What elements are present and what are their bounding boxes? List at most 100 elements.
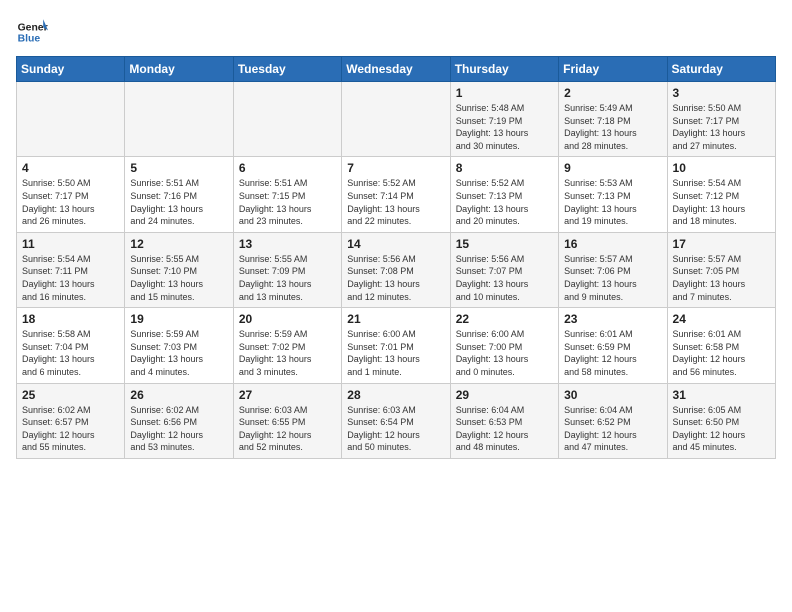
calendar-week-5: 25 Sunrise: 6:02 AM Sunset: 6:57 PM Dayli… <box>17 383 776 458</box>
cell-info: Sunrise: 6:00 AM Sunset: 7:00 PM Dayligh… <box>456 328 553 378</box>
day-number: 6 <box>239 161 336 175</box>
calendar-cell: 8 Sunrise: 5:52 AM Sunset: 7:13 PM Daylig… <box>450 157 558 232</box>
cell-info: Sunrise: 6:02 AM Sunset: 6:57 PM Dayligh… <box>22 404 119 454</box>
cell-info: Sunrise: 5:59 AM Sunset: 7:03 PM Dayligh… <box>130 328 227 378</box>
calendar-week-1: 1Sunrise: 5:48 AM Sunset: 7:19 PM Daylig… <box>17 82 776 157</box>
calendar-cell: 6 Sunrise: 5:51 AM Sunset: 7:15 PM Daylig… <box>233 157 341 232</box>
calendar-cell: 17Sunrise: 5:57 AM Sunset: 7:05 PM Dayli… <box>667 232 775 307</box>
day-number: 20 <box>239 312 336 326</box>
calendar-cell: 16Sunrise: 5:57 AM Sunset: 7:06 PM Dayli… <box>559 232 667 307</box>
page-header: General Blue <box>16 16 776 48</box>
day-number: 15 <box>456 237 553 251</box>
calendar-cell: 2 Sunrise: 5:49 AM Sunset: 7:18 PM Daylig… <box>559 82 667 157</box>
weekday-header-saturday: Saturday <box>667 57 775 82</box>
day-number: 12 <box>130 237 227 251</box>
calendar-cell: 3 Sunrise: 5:50 AM Sunset: 7:17 PM Daylig… <box>667 82 775 157</box>
day-number: 23 <box>564 312 661 326</box>
logo: General Blue <box>16 16 48 48</box>
cell-info: Sunrise: 6:05 AM Sunset: 6:50 PM Dayligh… <box>673 404 770 454</box>
cell-info: Sunrise: 6:03 AM Sunset: 6:54 PM Dayligh… <box>347 404 444 454</box>
weekday-header-wednesday: Wednesday <box>342 57 450 82</box>
calendar-cell: 24Sunrise: 6:01 AM Sunset: 6:58 PM Dayli… <box>667 308 775 383</box>
calendar-cell: 31 Sunrise: 6:05 AM Sunset: 6:50 PM Dayli… <box>667 383 775 458</box>
day-number: 1 <box>456 86 553 100</box>
calendar-cell: 15 Sunrise: 5:56 AM Sunset: 7:07 PM Dayli… <box>450 232 558 307</box>
calendar-cell: 22 Sunrise: 6:00 AM Sunset: 7:00 PM Dayli… <box>450 308 558 383</box>
day-number: 22 <box>456 312 553 326</box>
day-number: 3 <box>673 86 770 100</box>
day-number: 5 <box>130 161 227 175</box>
day-number: 9 <box>564 161 661 175</box>
logo-icon: General Blue <box>16 16 48 48</box>
calendar-cell: 7Sunrise: 5:52 AM Sunset: 7:14 PM Daylig… <box>342 157 450 232</box>
day-number: 26 <box>130 388 227 402</box>
day-number: 27 <box>239 388 336 402</box>
calendar-cell: 27 Sunrise: 6:03 AM Sunset: 6:55 PM Dayli… <box>233 383 341 458</box>
cell-info: Sunrise: 5:54 AM Sunset: 7:12 PM Dayligh… <box>673 177 770 227</box>
day-number: 16 <box>564 237 661 251</box>
weekday-header-monday: Monday <box>125 57 233 82</box>
weekday-header-tuesday: Tuesday <box>233 57 341 82</box>
calendar-cell: 25 Sunrise: 6:02 AM Sunset: 6:57 PM Dayli… <box>17 383 125 458</box>
day-number: 31 <box>673 388 770 402</box>
calendar-table: SundayMondayTuesdayWednesdayThursdayFrid… <box>16 56 776 459</box>
cell-info: Sunrise: 5:50 AM Sunset: 7:17 PM Dayligh… <box>673 102 770 152</box>
day-number: 18 <box>22 312 119 326</box>
day-number: 19 <box>130 312 227 326</box>
svg-text:Blue: Blue <box>18 34 41 45</box>
calendar-cell: 9 Sunrise: 5:53 AM Sunset: 7:13 PM Daylig… <box>559 157 667 232</box>
calendar-cell: 12 Sunrise: 5:55 AM Sunset: 7:10 PM Dayli… <box>125 232 233 307</box>
calendar-cell: 14 Sunrise: 5:56 AM Sunset: 7:08 PM Dayli… <box>342 232 450 307</box>
calendar-cell: 4 Sunrise: 5:50 AM Sunset: 7:17 PM Daylig… <box>17 157 125 232</box>
calendar-cell <box>125 82 233 157</box>
weekday-header-friday: Friday <box>559 57 667 82</box>
cell-info: Sunrise: 6:03 AM Sunset: 6:55 PM Dayligh… <box>239 404 336 454</box>
calendar-cell: 30 Sunrise: 6:04 AM Sunset: 6:52 PM Dayli… <box>559 383 667 458</box>
weekday-header-row: SundayMondayTuesdayWednesdayThursdayFrid… <box>17 57 776 82</box>
day-number: 30 <box>564 388 661 402</box>
cell-info: Sunrise: 5:54 AM Sunset: 7:11 PM Dayligh… <box>22 253 119 303</box>
calendar-week-3: 11 Sunrise: 5:54 AM Sunset: 7:11 PM Dayli… <box>17 232 776 307</box>
calendar-cell: 10Sunrise: 5:54 AM Sunset: 7:12 PM Dayli… <box>667 157 775 232</box>
cell-info: Sunrise: 6:00 AM Sunset: 7:01 PM Dayligh… <box>347 328 444 378</box>
cell-info: Sunrise: 5:55 AM Sunset: 7:10 PM Dayligh… <box>130 253 227 303</box>
calendar-cell: 29Sunrise: 6:04 AM Sunset: 6:53 PM Dayli… <box>450 383 558 458</box>
day-number: 2 <box>564 86 661 100</box>
calendar-cell: 26 Sunrise: 6:02 AM Sunset: 6:56 PM Dayli… <box>125 383 233 458</box>
cell-info: Sunrise: 5:51 AM Sunset: 7:15 PM Dayligh… <box>239 177 336 227</box>
cell-info: Sunrise: 5:56 AM Sunset: 7:08 PM Dayligh… <box>347 253 444 303</box>
cell-info: Sunrise: 5:52 AM Sunset: 7:13 PM Dayligh… <box>456 177 553 227</box>
cell-info: Sunrise: 6:01 AM Sunset: 6:59 PM Dayligh… <box>564 328 661 378</box>
cell-info: Sunrise: 5:58 AM Sunset: 7:04 PM Dayligh… <box>22 328 119 378</box>
cell-info: Sunrise: 6:04 AM Sunset: 6:53 PM Dayligh… <box>456 404 553 454</box>
cell-info: Sunrise: 5:52 AM Sunset: 7:14 PM Dayligh… <box>347 177 444 227</box>
day-number: 11 <box>22 237 119 251</box>
calendar-cell: 19 Sunrise: 5:59 AM Sunset: 7:03 PM Dayli… <box>125 308 233 383</box>
calendar-week-2: 4 Sunrise: 5:50 AM Sunset: 7:17 PM Daylig… <box>17 157 776 232</box>
calendar-cell: 28Sunrise: 6:03 AM Sunset: 6:54 PM Dayli… <box>342 383 450 458</box>
cell-info: Sunrise: 5:53 AM Sunset: 7:13 PM Dayligh… <box>564 177 661 227</box>
cell-info: Sunrise: 6:02 AM Sunset: 6:56 PM Dayligh… <box>130 404 227 454</box>
calendar-cell: 23 Sunrise: 6:01 AM Sunset: 6:59 PM Dayli… <box>559 308 667 383</box>
cell-info: Sunrise: 5:55 AM Sunset: 7:09 PM Dayligh… <box>239 253 336 303</box>
cell-info: Sunrise: 5:49 AM Sunset: 7:18 PM Dayligh… <box>564 102 661 152</box>
calendar-cell: 20Sunrise: 5:59 AM Sunset: 7:02 PM Dayli… <box>233 308 341 383</box>
cell-info: Sunrise: 5:56 AM Sunset: 7:07 PM Dayligh… <box>456 253 553 303</box>
calendar-cell: 1Sunrise: 5:48 AM Sunset: 7:19 PM Daylig… <box>450 82 558 157</box>
calendar-cell <box>17 82 125 157</box>
day-number: 14 <box>347 237 444 251</box>
weekday-header-sunday: Sunday <box>17 57 125 82</box>
day-number: 13 <box>239 237 336 251</box>
calendar-week-4: 18 Sunrise: 5:58 AM Sunset: 7:04 PM Dayli… <box>17 308 776 383</box>
calendar-cell: 11 Sunrise: 5:54 AM Sunset: 7:11 PM Dayli… <box>17 232 125 307</box>
cell-info: Sunrise: 6:04 AM Sunset: 6:52 PM Dayligh… <box>564 404 661 454</box>
day-number: 8 <box>456 161 553 175</box>
calendar-cell <box>233 82 341 157</box>
day-number: 4 <box>22 161 119 175</box>
day-number: 25 <box>22 388 119 402</box>
calendar-cell: 5Sunrise: 5:51 AM Sunset: 7:16 PM Daylig… <box>125 157 233 232</box>
weekday-header-thursday: Thursday <box>450 57 558 82</box>
calendar-cell: 13 Sunrise: 5:55 AM Sunset: 7:09 PM Dayli… <box>233 232 341 307</box>
cell-info: Sunrise: 5:50 AM Sunset: 7:17 PM Dayligh… <box>22 177 119 227</box>
cell-info: Sunrise: 6:01 AM Sunset: 6:58 PM Dayligh… <box>673 328 770 378</box>
